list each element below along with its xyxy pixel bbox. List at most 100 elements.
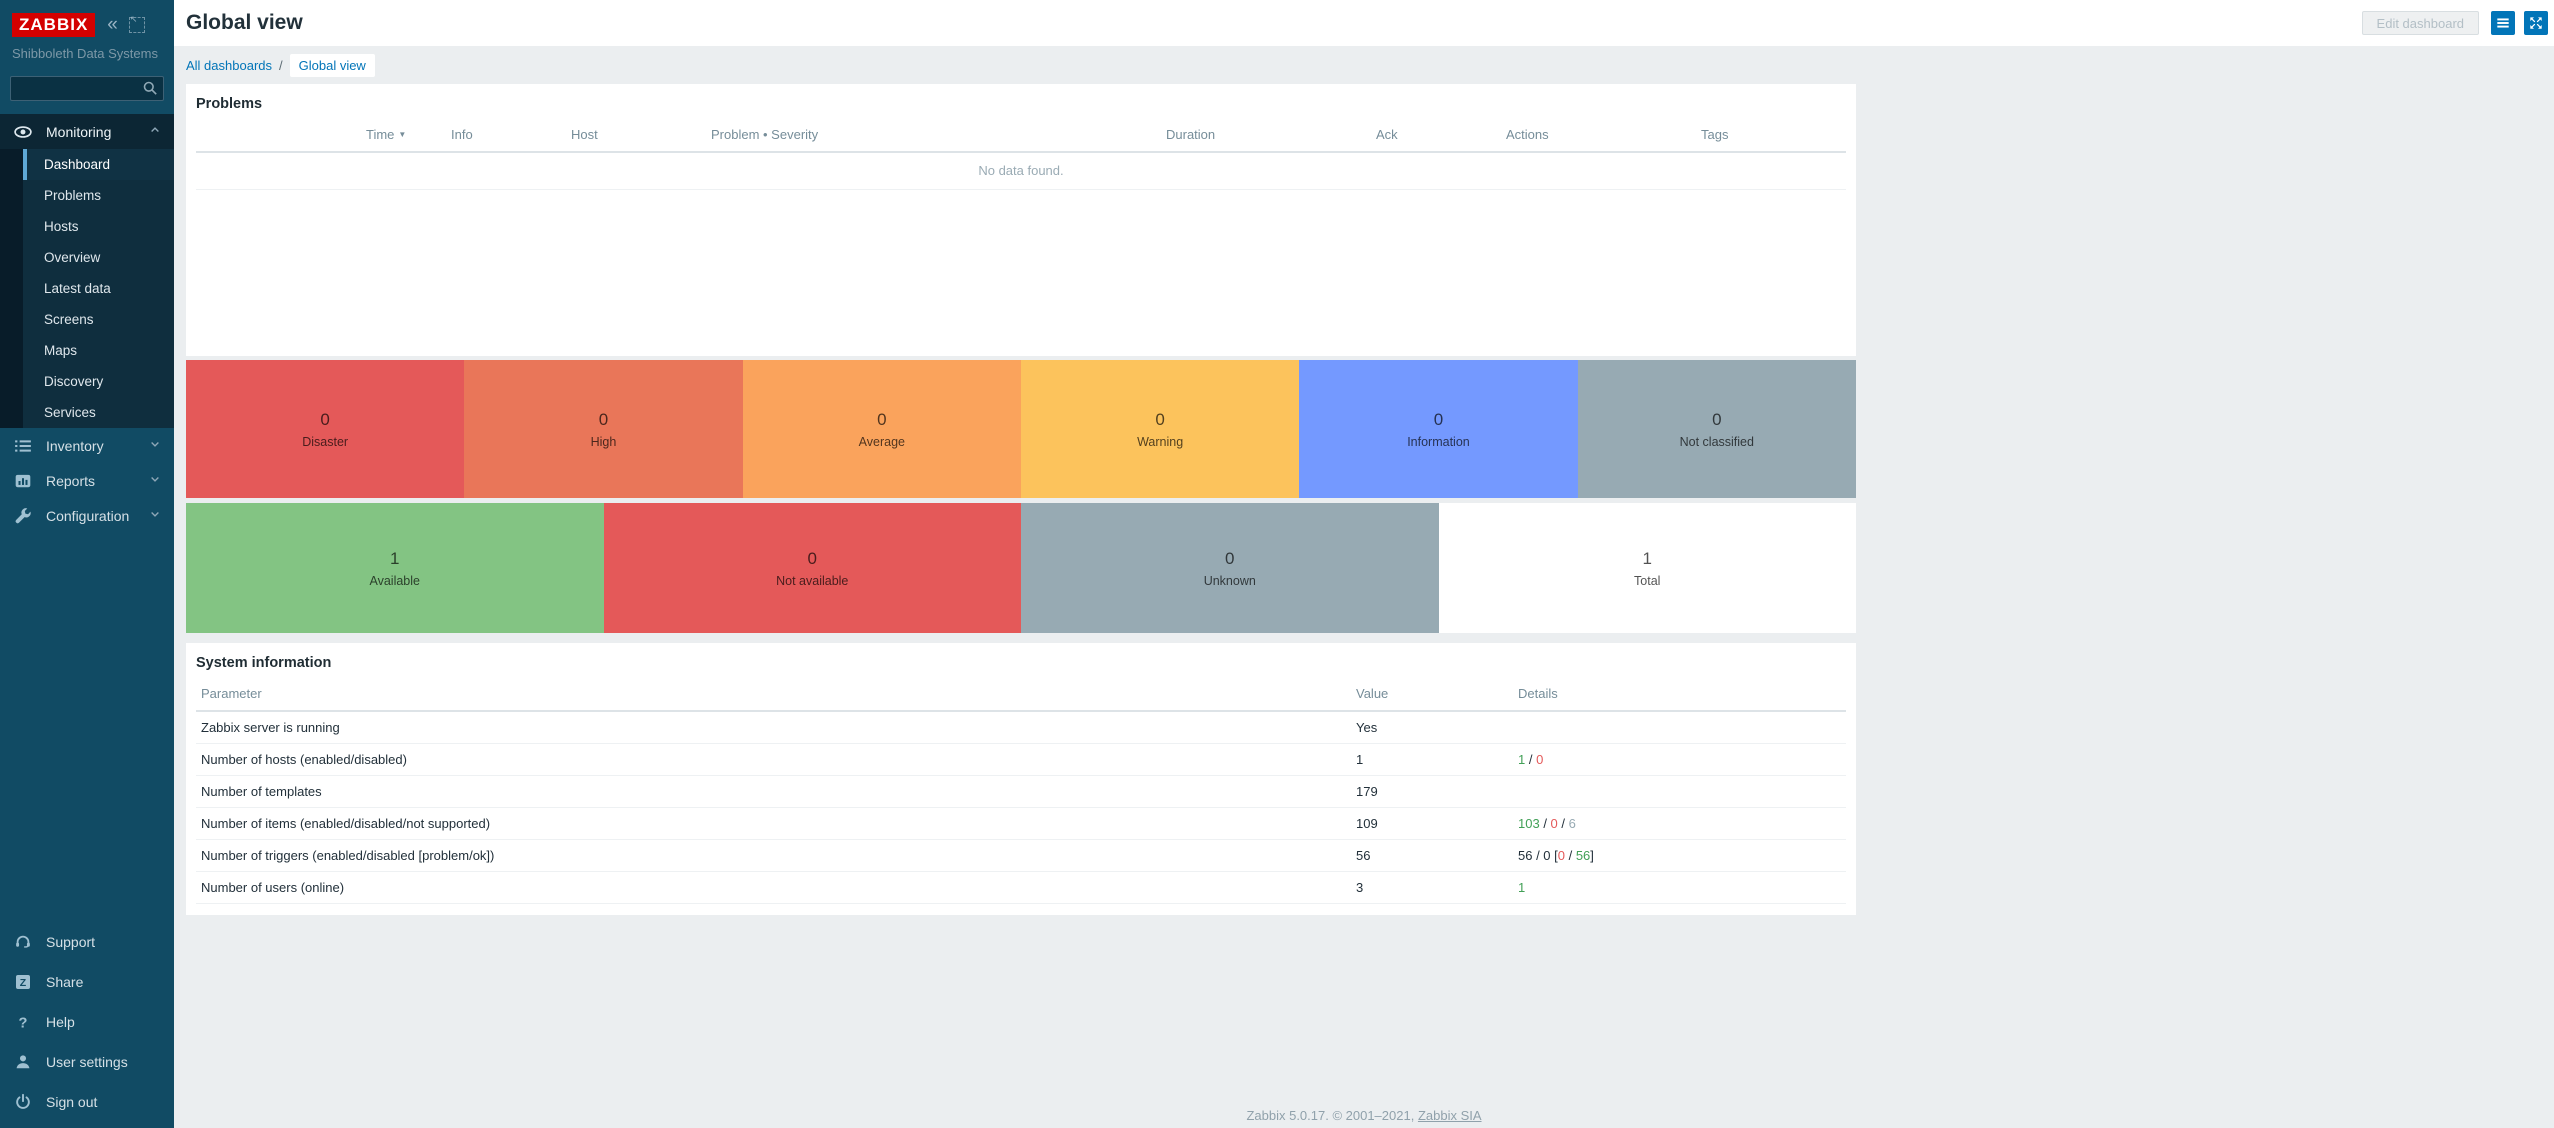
- sysinfo-parameter: Zabbix server is running: [196, 711, 1351, 744]
- footer: Zabbix 5.0.17. © 2001–2021, Zabbix SIA: [174, 1108, 2554, 1123]
- arrow-up-left-icon: ↖: [130, 14, 138, 25]
- sidebar-item-reports[interactable]: Reports: [0, 463, 174, 498]
- severity-block-high: 0 High: [464, 360, 742, 498]
- fullscreen-arrows-icon: [2529, 16, 2543, 30]
- sysinfo-parameter: Number of items (enabled/disabled/not su…: [196, 808, 1351, 840]
- sysinfo-detail-segment[interactable]: 0: [1558, 848, 1565, 863]
- zabbix-logo[interactable]: ZABBIX: [12, 13, 95, 37]
- kiosk-mode-button[interactable]: [2524, 11, 2548, 35]
- breadcrumb: All dashboards / Global view: [174, 46, 2554, 84]
- sysinfo-details: 103 / 0 / 6: [1513, 808, 1846, 840]
- dashboard-list-button[interactable]: [2491, 11, 2515, 35]
- sysinfo-row-number-of-triggers-enabled-dis: Number of triggers (enabled/disabled [pr…: [196, 840, 1846, 872]
- sysinfo-row-number-of-items-enabled-disabl: Number of items (enabled/disabled/not su…: [196, 808, 1846, 840]
- sidebar-search: [10, 76, 164, 101]
- hamburger-icon: [2496, 16, 2510, 30]
- problems-col-info: Info: [446, 119, 566, 152]
- sysinfo-details: 1 / 0: [1513, 744, 1846, 776]
- problems-col-time[interactable]: Time▼: [361, 119, 446, 152]
- chevron-up-icon: [149, 124, 161, 136]
- problems-widget: Problems Time▼ Info Host Problem • Sever…: [186, 84, 1856, 356]
- problems-widget-title: Problems: [196, 96, 1846, 112]
- sidebar-item-user-settings[interactable]: User settings: [0, 1042, 174, 1082]
- sysinfo-value: 56: [1351, 840, 1513, 872]
- topbar: Global view Edit dashboard: [174, 0, 2554, 46]
- system-information-widget: System information ParameterValueDetails…: [186, 643, 1856, 915]
- sysinfo-detail-segment: /: [1540, 816, 1551, 831]
- question-icon: ?: [14, 1013, 32, 1031]
- problems-col-ack: Ack: [1371, 119, 1501, 152]
- sysinfo-value: 1: [1351, 744, 1513, 776]
- search-input[interactable]: [10, 76, 164, 101]
- search-icon[interactable]: [142, 80, 158, 96]
- sysinfo-row-number-of-hosts-enabled-disabl: Number of hosts (enabled/disabled) 1 1 /…: [196, 744, 1846, 776]
- sysinfo-col-value: Value: [1351, 678, 1513, 711]
- sidebar-item-monitoring[interactable]: Monitoring: [0, 114, 174, 149]
- sidebar-section-monitoring: Monitoring DashboardProblemsHostsOvervie…: [0, 114, 174, 428]
- sidebar-item-dashboard[interactable]: Dashboard: [23, 149, 174, 180]
- sidebar-item-maps[interactable]: Maps: [23, 335, 174, 366]
- availability-block-total: 1 Total: [1439, 503, 1857, 633]
- availability-block-unknown: 0 Unknown: [1021, 503, 1439, 633]
- sidebar-item-overview[interactable]: Overview: [23, 242, 174, 273]
- sidebar-section-reports: Reports: [0, 463, 174, 498]
- problems-empty-row: No data found.: [196, 152, 1846, 190]
- sysinfo-detail-segment[interactable]: 1: [1518, 880, 1525, 895]
- problems-col-actions: Actions: [1501, 119, 1696, 152]
- sysinfo-detail-segment[interactable]: 56: [1576, 848, 1590, 863]
- severity-block-average: 0 Average: [743, 360, 1021, 498]
- eye-icon: [14, 123, 32, 141]
- sidebar-item-problems[interactable]: Problems: [23, 180, 174, 211]
- svg-text:Z: Z: [20, 977, 27, 989]
- footer-version-text: Zabbix 5.0.17. © 2001–2021,: [1246, 1108, 1417, 1123]
- host-availability-widget: 1 Available 0 Not available 0 Unknown 1 …: [186, 503, 1856, 633]
- sysinfo-row-zabbix-server-is-running: Zabbix server is running Yes: [196, 711, 1846, 744]
- svg-text:?: ?: [19, 1015, 28, 1031]
- sidebar-item-hosts[interactable]: Hosts: [23, 211, 174, 242]
- sysinfo-details: 56 / 0 [0 / 56]: [1513, 840, 1846, 872]
- sysinfo-details: 1: [1513, 872, 1846, 904]
- sidebar-item-help[interactable]: ? Help: [0, 1002, 174, 1042]
- sysinfo-detail-segment: /: [1525, 752, 1536, 767]
- problems-by-severity-widget: 0 Disaster 0 High 0 Average 0 Warning 0 …: [186, 360, 1856, 498]
- chevron-down-icon: [149, 438, 161, 450]
- edit-dashboard-button[interactable]: Edit dashboard: [2362, 11, 2479, 35]
- sysinfo-detail-segment[interactable]: 6: [1569, 816, 1576, 831]
- breadcrumb-all-dashboards[interactable]: All dashboards: [186, 58, 272, 73]
- sysinfo-detail-segment[interactable]: 0: [1551, 816, 1558, 831]
- sidebar-item-configuration[interactable]: Configuration: [0, 498, 174, 533]
- breadcrumb-current[interactable]: Global view: [290, 54, 375, 77]
- sysinfo-detail-segment[interactable]: 103: [1518, 816, 1540, 831]
- availability-block-not-available: 0 Not available: [604, 503, 1022, 633]
- collapse-sidebar-icon[interactable]: «: [107, 17, 118, 33]
- sysinfo-row-number-of-templates: Number of templates 179: [196, 776, 1846, 808]
- sidebar-item-latest-data[interactable]: Latest data: [23, 273, 174, 304]
- sidebar-item-discovery[interactable]: Discovery: [23, 366, 174, 397]
- sidebar-item-screens[interactable]: Screens: [23, 304, 174, 335]
- system-information-table: ParameterValueDetails Zabbix server is r…: [196, 678, 1846, 904]
- sysinfo-details: [1513, 776, 1846, 808]
- dashboard-content: Problems Time▼ Info Host Problem • Sever…: [186, 84, 1856, 915]
- headset-icon: [14, 933, 32, 951]
- sidebar-item-sign-out[interactable]: Sign out: [0, 1082, 174, 1122]
- sysinfo-parameter: Number of templates: [196, 776, 1351, 808]
- sysinfo-detail-segment[interactable]: 0: [1536, 752, 1543, 767]
- chart-icon: [14, 472, 32, 490]
- sysinfo-parameter: Number of users (online): [196, 872, 1351, 904]
- sidebar-item-inventory[interactable]: Inventory: [0, 428, 174, 463]
- chevron-down-icon: [149, 508, 161, 520]
- sysinfo-detail-segment: /: [1565, 848, 1576, 863]
- sysinfo-value: 179: [1351, 776, 1513, 808]
- sidebar-footer-menu: Support Z Share ? Help User settings Sig…: [0, 922, 174, 1128]
- hide-sidebar-icon[interactable]: ↖: [129, 17, 145, 33]
- problems-col-problem-severity: Problem • Severity: [706, 119, 1161, 152]
- sidebar-item-share[interactable]: Z Share: [0, 962, 174, 1002]
- sysinfo-parameter: Number of triggers (enabled/disabled [pr…: [196, 840, 1351, 872]
- sysinfo-col-details: Details: [1513, 678, 1846, 711]
- sysinfo-details: [1513, 711, 1846, 744]
- problems-col-tags: Tags: [1696, 119, 1846, 152]
- zabbix-sia-link[interactable]: Zabbix SIA: [1418, 1108, 1482, 1123]
- sidebar-item-services[interactable]: Services: [23, 397, 174, 428]
- sidebar-item-support[interactable]: Support: [0, 922, 174, 962]
- sort-desc-icon: ▼: [398, 130, 406, 139]
